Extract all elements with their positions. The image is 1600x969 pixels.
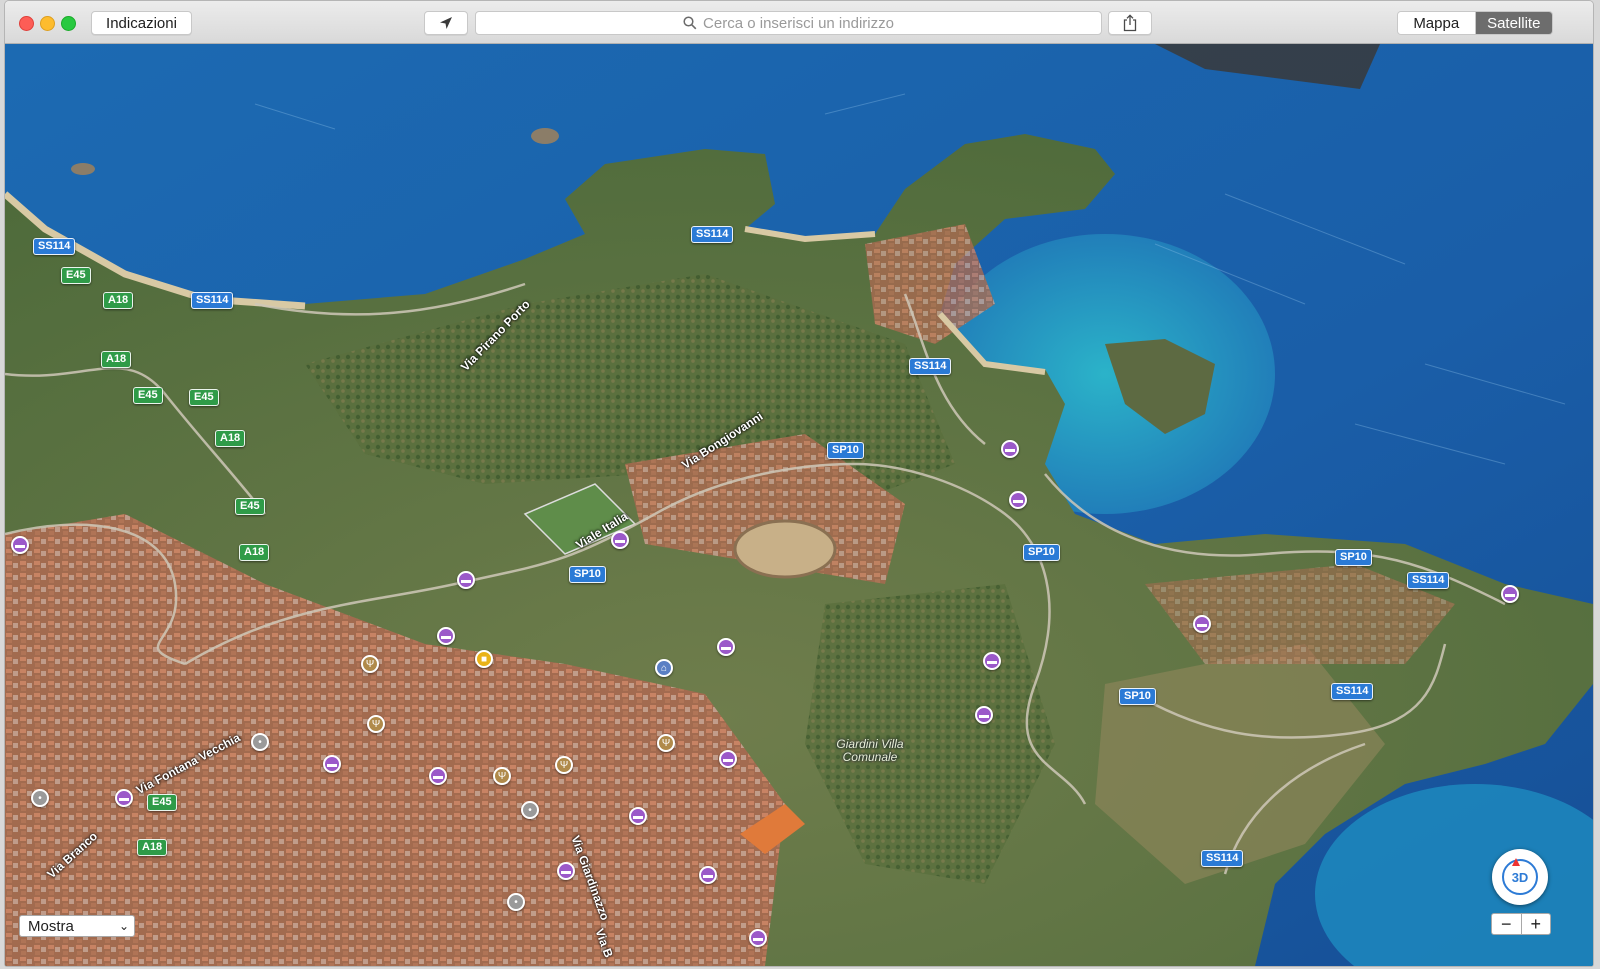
hotel-pin-icon[interactable]: ▬ xyxy=(1501,585,1519,603)
maps-window: Indicazioni Cerca o inserisci un indiriz… xyxy=(4,0,1594,967)
road-shield-sp10: SP10 xyxy=(1335,549,1372,566)
tab-mappa[interactable]: Mappa xyxy=(1398,12,1476,34)
zoom-window-button[interactable] xyxy=(61,16,76,31)
road-shield-a18: A18 xyxy=(215,430,246,447)
road-shield-sp10: SP10 xyxy=(569,566,606,583)
landmark-pin-icon[interactable]: • xyxy=(31,789,49,807)
chevron-down-icon: ⌄ xyxy=(118,919,129,933)
hotel-pin-icon[interactable]: ▬ xyxy=(437,627,455,645)
road-shield-e45: E45 xyxy=(235,498,265,515)
road-shield-sp10: SP10 xyxy=(827,442,864,459)
share-button[interactable] xyxy=(1108,11,1152,35)
zoom-out-button[interactable]: − xyxy=(1492,914,1522,934)
road-shield-ss114: SS114 xyxy=(691,226,734,243)
hotel-pin-icon[interactable]: ▬ xyxy=(323,755,341,773)
road-shield-ss114: SS114 xyxy=(33,238,76,255)
road-shield-a18: A18 xyxy=(103,292,134,309)
hotel-pin-icon[interactable]: ▬ xyxy=(629,807,647,825)
museum-pin-icon[interactable]: ⌂ xyxy=(655,659,673,677)
hotel-pin-icon[interactable]: ▬ xyxy=(11,536,29,554)
hotel-pin-icon[interactable]: ▬ xyxy=(983,652,1001,670)
compass-needle-icon xyxy=(1512,858,1520,866)
road-shield-ss114: SS114 xyxy=(1331,683,1374,700)
satellite-map[interactable]: SS114 SS114 SS114 SS114 SS114 SS114 SS11… xyxy=(5,44,1593,966)
shopping-pin-icon[interactable]: ■ xyxy=(475,650,493,668)
hotel-pin-icon[interactable]: ▬ xyxy=(115,789,133,807)
hotel-pin-icon[interactable]: ▬ xyxy=(557,862,575,880)
3d-compass-button[interactable]: 3D xyxy=(1492,849,1548,905)
landmark-pin-icon[interactable]: • xyxy=(507,893,525,911)
view-mode-segmented-control: Mappa Satellite xyxy=(1397,11,1553,35)
road-shield-ss114: SS114 xyxy=(909,358,952,375)
restaurant-pin-icon[interactable]: Ψ xyxy=(367,715,385,733)
road-shield-e45: E45 xyxy=(189,389,219,406)
road-shield-ss114: SS114 xyxy=(1201,850,1244,867)
road-shield-e45: E45 xyxy=(61,267,91,284)
road-shield-sp10: SP10 xyxy=(1119,688,1156,705)
hotel-pin-icon[interactable]: ▬ xyxy=(1193,615,1211,633)
road-shield-a18: A18 xyxy=(101,351,132,368)
road-shield-ss114: SS114 xyxy=(191,292,234,309)
hotel-pin-icon[interactable]: ▬ xyxy=(719,750,737,768)
hotel-pin-icon[interactable]: ▬ xyxy=(429,767,447,785)
hotel-pin-icon[interactable]: ▬ xyxy=(699,866,717,884)
zoom-in-button[interactable]: + xyxy=(1522,914,1551,934)
tab-satellite[interactable]: Satellite xyxy=(1475,12,1552,34)
road-shield-a18: A18 xyxy=(239,544,270,561)
toolbar: Indicazioni Cerca o inserisci un indiriz… xyxy=(5,1,1593,44)
restaurant-pin-icon[interactable]: Ψ xyxy=(361,655,379,673)
search-field[interactable]: Cerca o inserisci un indirizzo xyxy=(475,11,1102,35)
landmark-pin-icon[interactable]: • xyxy=(251,733,269,751)
search-icon xyxy=(683,16,697,30)
show-dropdown[interactable]: Mostra ⌄ xyxy=(19,915,135,937)
hotel-pin-icon[interactable]: ▬ xyxy=(1001,440,1019,458)
road-shield-ss114: SS114 xyxy=(1407,572,1450,589)
search-placeholder: Cerca o inserisci un indirizzo xyxy=(703,14,894,32)
road-shield-a18: A18 xyxy=(137,839,168,856)
poi-label-giardini[interactable]: Giardini Villa Comunale xyxy=(825,738,915,764)
hotel-pin-icon[interactable]: ▬ xyxy=(975,706,993,724)
landmark-pin-icon[interactable]: • xyxy=(521,801,539,819)
close-window-button[interactable] xyxy=(19,16,34,31)
3d-label: 3D xyxy=(1502,859,1538,895)
show-dropdown-value: Mostra xyxy=(28,917,74,935)
hotel-pin-icon[interactable]: ▬ xyxy=(457,571,475,589)
restaurant-pin-icon[interactable]: Ψ xyxy=(493,767,511,785)
hotel-pin-icon[interactable]: ▬ xyxy=(611,531,629,549)
location-arrow-icon xyxy=(440,17,452,29)
road-shield-e45: E45 xyxy=(147,794,177,811)
hotel-pin-icon[interactable]: ▬ xyxy=(1009,491,1027,509)
zoom-control: − + xyxy=(1491,913,1551,935)
restaurant-pin-icon[interactable]: Ψ xyxy=(555,756,573,774)
share-icon xyxy=(1123,14,1137,32)
directions-button[interactable]: Indicazioni xyxy=(91,11,192,35)
restaurant-pin-icon[interactable]: Ψ xyxy=(657,734,675,752)
road-shield-sp10: SP10 xyxy=(1023,544,1060,561)
minimize-window-button[interactable] xyxy=(40,16,55,31)
hotel-pin-icon[interactable]: ▬ xyxy=(717,638,735,656)
current-location-button[interactable] xyxy=(424,11,468,35)
road-shield-e45: E45 xyxy=(133,387,163,404)
hotel-pin-icon[interactable]: ▬ xyxy=(749,929,767,947)
